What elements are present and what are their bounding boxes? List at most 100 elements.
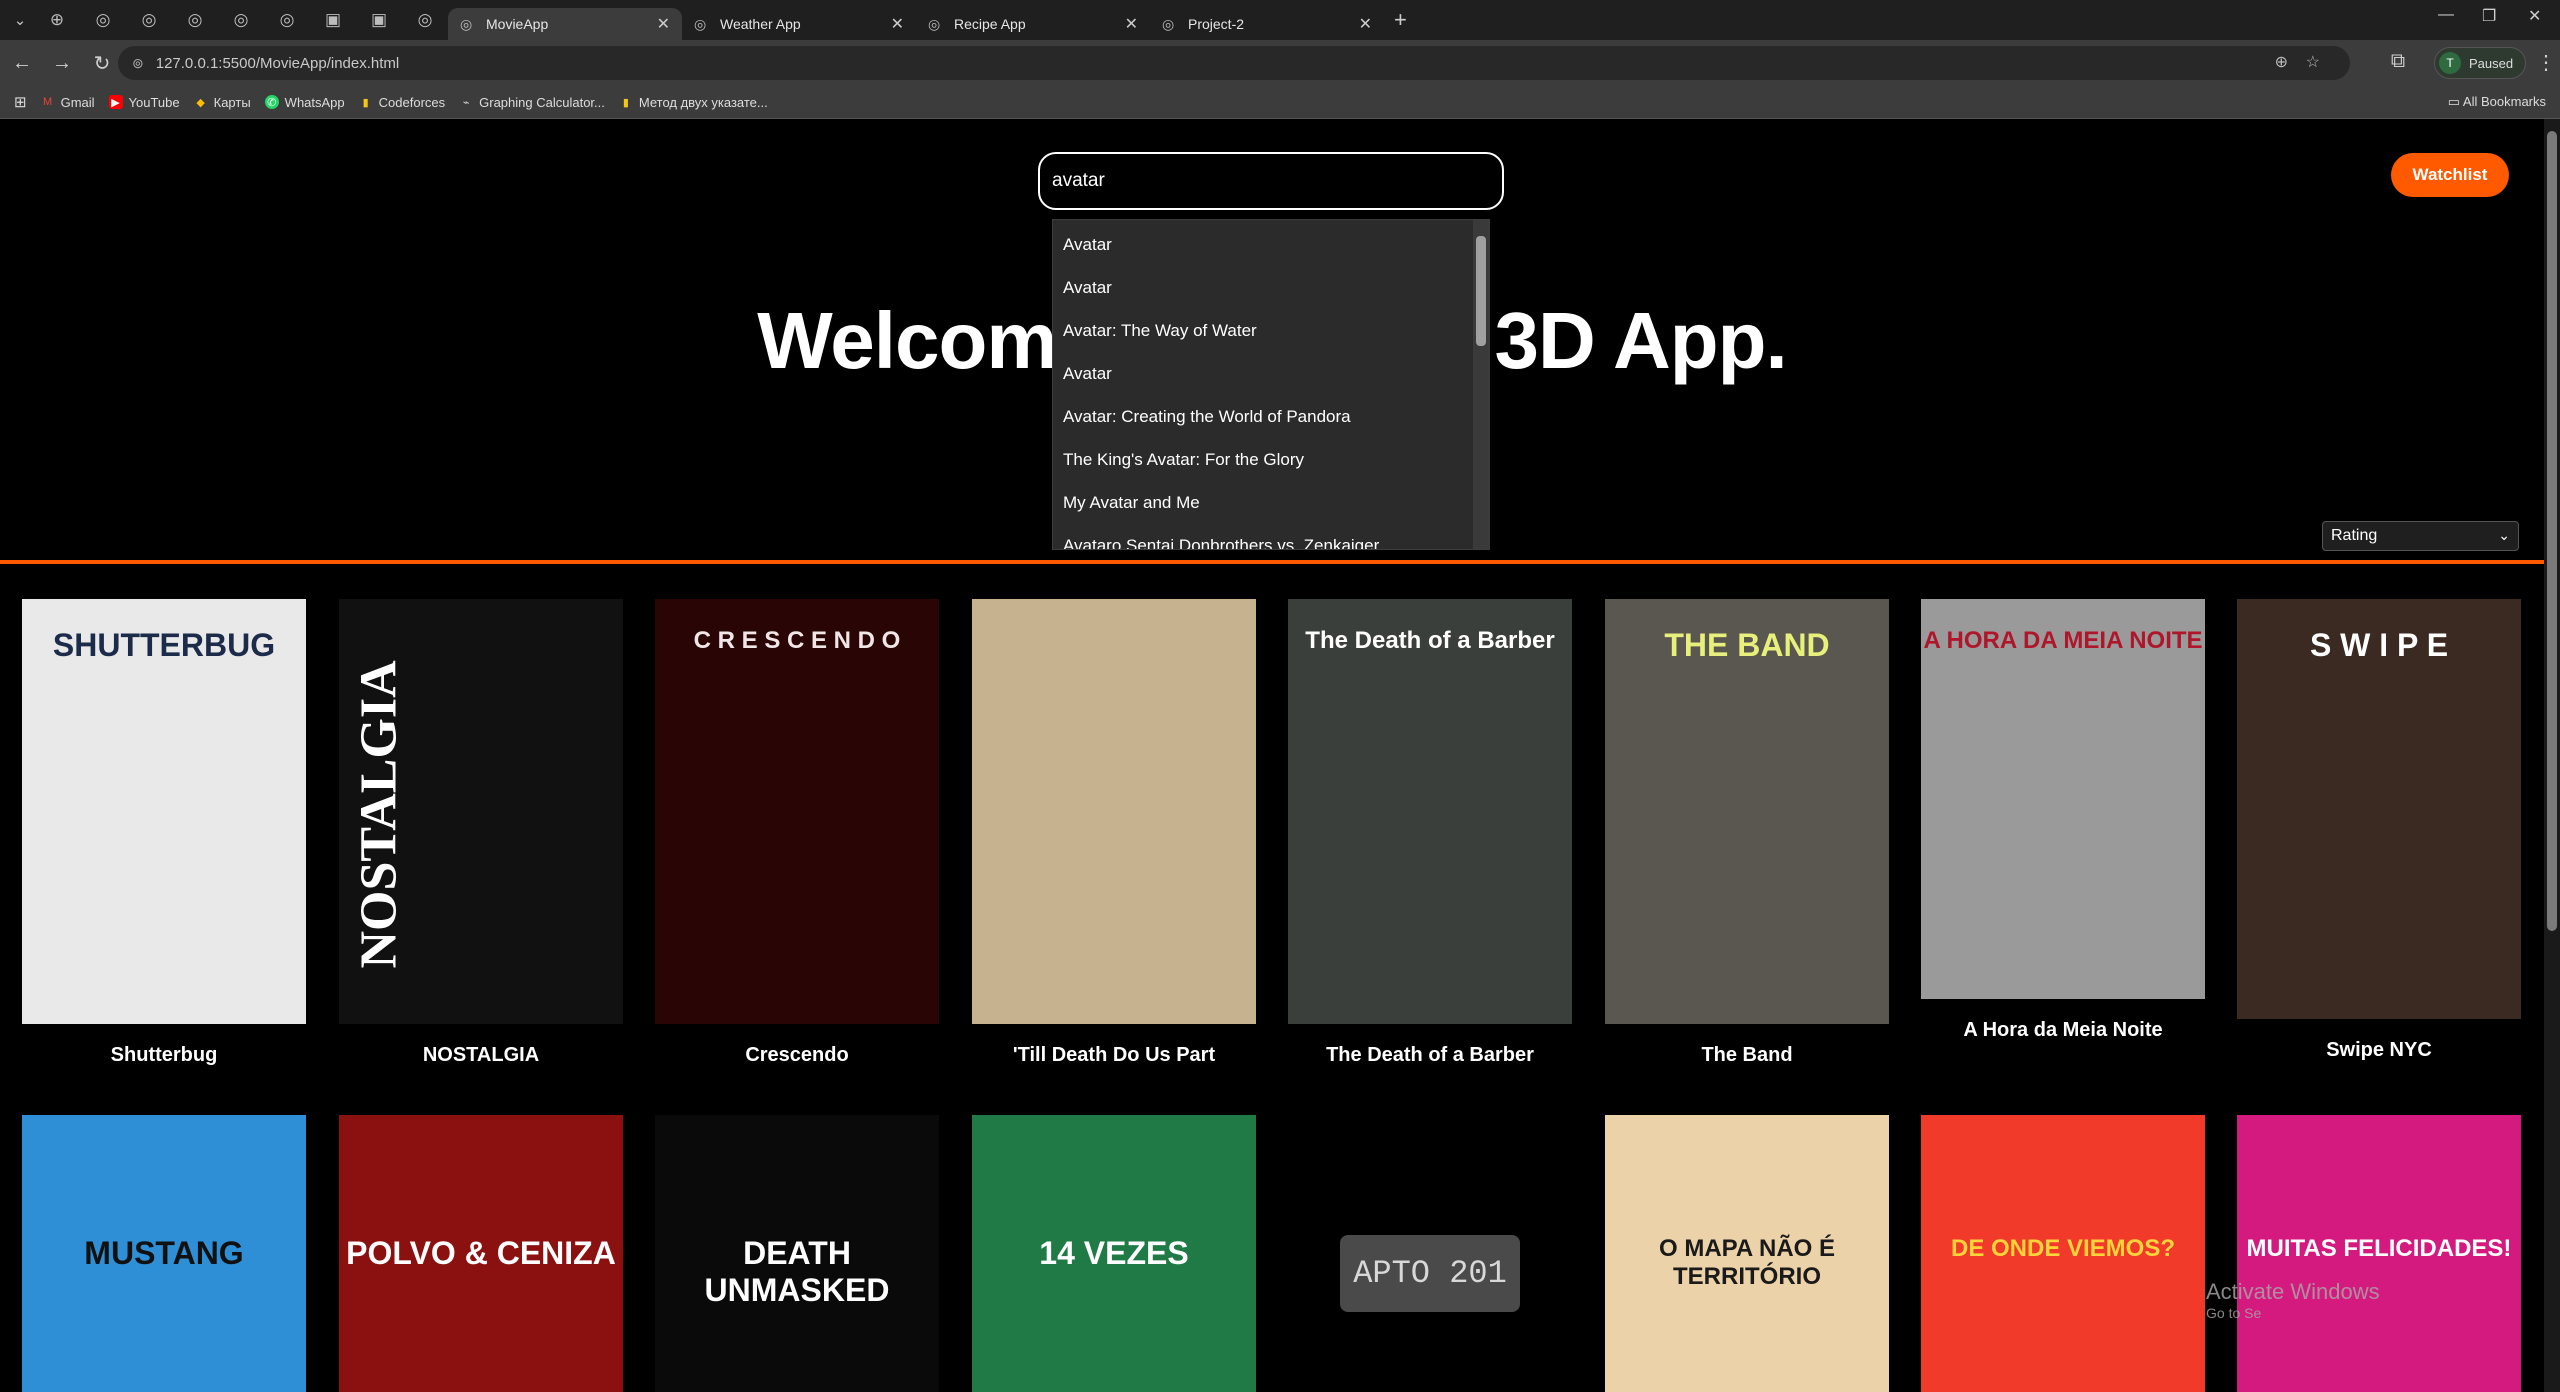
movie-poster[interactable]: O MAPA NÃO É TERRITÓRIO [1605, 1115, 1889, 1392]
movie-poster[interactable]: C R E S C E N D O [655, 599, 939, 1024]
suggestions-scrollbar[interactable] [1473, 220, 1489, 549]
tab-weather-app[interactable]: ◎ Weather App ✕ [682, 8, 916, 40]
movie-poster[interactable]: THE BAND [1605, 599, 1889, 1024]
scrollbar-thumb[interactable] [1476, 236, 1486, 346]
apps-grid-icon[interactable]: ⊞ [14, 93, 27, 111]
movie-card[interactable]: APTO 201 [1288, 1115, 1572, 1392]
search-input[interactable] [1038, 152, 1504, 210]
bookmarks-bar: ⊞ M Gmail ▶ YouTube ◆ Карты ✆ WhatsApp ▮ Code… [0, 86, 2560, 119]
pinned-tab-6[interactable]: ◎ [264, 0, 310, 40]
address-bar[interactable]: ⊚ 127.0.0.1:5500/MovieApp/index.html ⊕ ☆ [118, 46, 2350, 80]
tab-project-2[interactable]: ◎ Project-2 ✕ [1150, 8, 1384, 40]
movie-card[interactable]: C R E S C E N D O Crescendo [655, 599, 939, 1067]
movie-title: NOSTALGIA [422, 1044, 540, 1066]
movie-poster[interactable]: S W I P E [2237, 599, 2521, 1019]
bookmark-label: WhatsApp [284, 94, 345, 110]
reload-icon[interactable]: ↻ [84, 51, 120, 76]
movie-poster[interactable]: MUITAS FELICIDADES! [2237, 1115, 2521, 1392]
close-icon[interactable]: ✕ [657, 14, 670, 34]
movie-card[interactable]: THE BAND The Band [1605, 599, 1889, 1067]
back-arrow-icon[interactable]: ← [4, 52, 40, 75]
bookmark-two-pointers[interactable]: ▮ Метод двух указате... [619, 95, 768, 110]
movie-poster[interactable]: 14 VEZES [972, 1115, 1256, 1392]
poster-title-text: POLVO & CENIZA [346, 1235, 616, 1271]
movie-card[interactable]: S W I P E Swipe NYC [2237, 599, 2521, 1062]
menu-icon[interactable]: ⋮ [2528, 50, 2560, 75]
tab-search-button[interactable]: ⌄ [6, 6, 34, 34]
all-bookmarks-label: All Bookmarks [2462, 94, 2546, 109]
star-icon[interactable]: ☆ [2306, 52, 2320, 72]
site-info-icon[interactable]: ⊚ [132, 55, 144, 72]
globe-icon: ◎ [928, 15, 941, 32]
movie-poster[interactable]: DEATH UNMASKED [655, 1115, 939, 1392]
bookmark-label: Graphing Calculator... [479, 94, 605, 110]
bookmark-codeforces[interactable]: ▮ Codeforces [359, 95, 446, 110]
bookmark-youtube[interactable]: ▶ YouTube [108, 95, 180, 110]
window-close-icon[interactable]: ✕ [2528, 6, 2541, 26]
movie-poster[interactable]: POLVO & CENIZA [339, 1115, 623, 1392]
pinned-tab-5[interactable]: ◎ [218, 0, 264, 40]
poster-title-text: DE ONDE VIEMOS? [1950, 1235, 2176, 1262]
minimize-icon[interactable]: — [2438, 6, 2454, 24]
pinned-tab-4[interactable]: ◎ [172, 0, 218, 40]
close-icon[interactable]: ✕ [1359, 14, 1372, 34]
suggestion-item[interactable]: Avataro Sentai Donbrothers vs. Zenkaiger [1053, 524, 1473, 550]
search-suggestions: Avatar Avatar Avatar: The Way of Water Avat… [1052, 219, 1490, 550]
sort-select[interactable]: Rating ⌄ [2322, 521, 2519, 551]
restore-icon[interactable]: ❐ [2482, 6, 2496, 26]
movie-poster[interactable]: SHUTTERBUG [22, 599, 306, 1024]
watchlist-button[interactable]: Watchlist [2391, 153, 2509, 197]
zoom-icon[interactable]: ⊕ [2275, 52, 2288, 72]
movie-poster[interactable]: MUSTANG [22, 1115, 306, 1392]
pinned-tab-7[interactable]: ▣ [310, 0, 356, 40]
profile-button[interactable]: T Paused [2434, 47, 2527, 79]
hero-text-right: 3D App. [1494, 296, 1788, 385]
extensions-icon[interactable]: ⧉ [2380, 50, 2416, 73]
page-scrollbar[interactable] [2544, 119, 2560, 1392]
forward-arrow-icon[interactable]: → [44, 52, 80, 75]
pinned-tab-8[interactable]: ▣ [356, 0, 402, 40]
movie-poster[interactable]: The Death of a Barber [1288, 599, 1572, 1024]
movie-poster[interactable]: APTO 201 [1288, 1115, 1572, 1392]
bookmark-gmail[interactable]: M Gmail [41, 95, 95, 110]
suggestion-item[interactable]: Avatar: The Way of Water [1053, 309, 1473, 352]
pinned-tab-9[interactable]: ◎ [402, 0, 448, 40]
pinned-tab-3[interactable]: ◎ [126, 0, 172, 40]
suggestion-item[interactable]: My Avatar and Me [1053, 481, 1473, 524]
new-tab-plus-icon[interactable]: + [1394, 7, 1407, 33]
movie-poster[interactable] [972, 599, 1256, 1024]
movie-poster[interactable]: DE ONDE VIEMOS? [1921, 1115, 2205, 1392]
all-bookmarks[interactable]: ▭ All Bookmarks [2448, 94, 2546, 110]
scrollbar-thumb[interactable] [2547, 131, 2557, 931]
movie-card[interactable]: DE ONDE VIEMOS? [1921, 1115, 2205, 1392]
suggestion-item[interactable]: Avatar [1053, 352, 1473, 395]
movie-card[interactable]: O MAPA NÃO É TERRITÓRIO [1605, 1115, 1889, 1392]
movie-poster[interactable]: A HORA DA MEIA NOITE [1921, 599, 2205, 999]
movie-card[interactable]: MUSTANG [22, 1115, 306, 1392]
movie-card[interactable]: NOSTALGIA NOSTALGIA [339, 599, 623, 1067]
poster-title-text: MUITAS FELICIDADES! [2246, 1235, 2512, 1262]
movie-card[interactable]: 'Till Death Do Us Part [972, 599, 1256, 1067]
movie-card[interactable]: A HORA DA MEIA NOITE A Hora da Meia Noite [1921, 599, 2205, 1042]
close-icon[interactable]: ✕ [1125, 14, 1138, 34]
pinned-tab-2[interactable]: ◎ [80, 0, 126, 40]
movie-poster[interactable]: NOSTALGIA [339, 599, 623, 1024]
suggestion-item[interactable]: Avatar [1053, 223, 1473, 266]
suggestion-item[interactable]: The King's Avatar: For the Glory [1053, 438, 1473, 481]
movie-card[interactable]: DEATH UNMASKED [655, 1115, 939, 1392]
suggestion-item[interactable]: Avatar: Creating the World of Pandora [1053, 395, 1473, 438]
whatsapp-icon: ✆ [264, 95, 279, 109]
movie-card[interactable]: 14 VEZES [972, 1115, 1256, 1392]
movie-card[interactable]: MUITAS FELICIDADES! [2237, 1115, 2521, 1392]
suggestion-item[interactable]: Avatar [1053, 266, 1473, 309]
close-icon[interactable]: ✕ [891, 14, 904, 34]
tab-recipe-app[interactable]: ◎ Recipe App ✕ [916, 8, 1150, 40]
movie-card[interactable]: SHUTTERBUG Shutterbug [22, 599, 306, 1067]
tab-movieapp[interactable]: ◎ MovieApp ✕ [448, 8, 682, 40]
movie-card[interactable]: The Death of a Barber The Death of a Barb… [1288, 599, 1572, 1067]
pinned-tab-1[interactable]: ⊕ [34, 0, 80, 40]
bookmark-whatsapp[interactable]: ✆ WhatsApp [264, 94, 345, 110]
movie-card[interactable]: POLVO & CENIZA [339, 1115, 623, 1392]
bookmark-maps[interactable]: ◆ Карты [194, 95, 250, 110]
bookmark-graphing-calculator[interactable]: ⌁ Graphing Calculator... [459, 95, 605, 110]
